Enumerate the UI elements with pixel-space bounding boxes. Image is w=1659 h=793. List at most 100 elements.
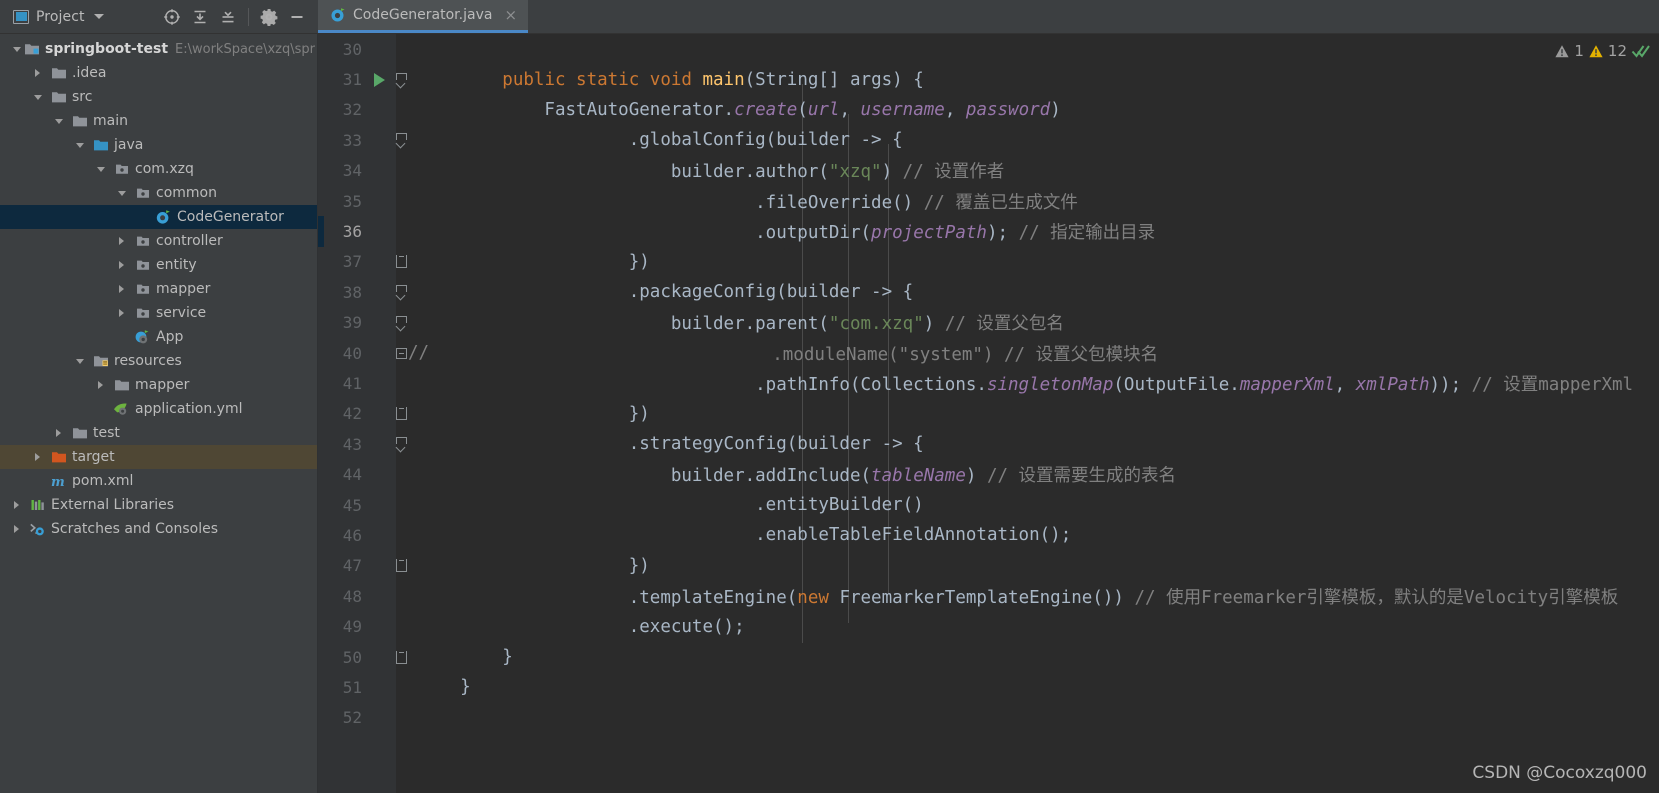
chevron-right-icon[interactable]: [31, 453, 44, 461]
tree-node-mapper[interactable]: mapper: [0, 373, 317, 397]
code-line[interactable]: 38 .packageConfig(builder -> {: [318, 277, 1659, 307]
fold-end-icon[interactable]: [395, 650, 407, 664]
code-line[interactable]: 44 builder.addInclude(tableName) // 设置需要…: [318, 459, 1659, 489]
code-line[interactable]: 49 .execute();: [318, 611, 1659, 641]
fold-end-icon[interactable]: [395, 255, 407, 269]
code-line[interactable]: 34 builder.author("xzq") // 设置作者: [318, 156, 1659, 186]
chevron-right-icon[interactable]: [10, 501, 23, 509]
tree-node-target[interactable]: target: [0, 445, 317, 469]
code-line[interactable]: 40// .moduleName("system") // 设置父包模块名: [318, 338, 1659, 368]
warning-group[interactable]: 12: [1588, 42, 1627, 60]
tree-node-scratches-and-consoles[interactable]: Scratches and Consoles: [0, 517, 317, 541]
close-icon[interactable]: ×: [502, 7, 519, 23]
fold-marker[interactable]: [390, 347, 412, 359]
code-line[interactable]: 45 .entityBuilder(): [318, 490, 1659, 520]
fold-expanded-icon[interactable]: [395, 437, 407, 451]
tree-node-external-libraries[interactable]: External Libraries: [0, 493, 317, 517]
code-line[interactable]: 36 .outputDir(projectPath); // 指定输出目录: [318, 216, 1659, 247]
chevron-down-icon[interactable]: [115, 190, 128, 196]
code-line[interactable]: 52: [318, 703, 1659, 733]
project-tree[interactable]: springboot-test E:\workSpace\xzq\spr .idea…: [0, 34, 318, 793]
fold-marker[interactable]: [390, 437, 412, 451]
chevron-down-icon[interactable]: [31, 94, 44, 100]
fold-expanded-icon[interactable]: [395, 285, 407, 299]
chevron-right-icon[interactable]: [115, 285, 128, 293]
tree-node-mapper[interactable]: mapper: [0, 277, 317, 301]
chevron-down-icon[interactable]: [52, 118, 65, 124]
code-line[interactable]: 33 .globalConfig(builder -> {: [318, 125, 1659, 155]
tree-node-main[interactable]: main: [0, 109, 317, 133]
scratches-and-consoles-icon: [29, 521, 46, 537]
fold-marker[interactable]: [390, 315, 412, 330]
tree-node-test[interactable]: test: [0, 421, 317, 445]
chevron-right-icon[interactable]: [115, 237, 128, 245]
tree-node-service[interactable]: service: [0, 301, 317, 325]
fold-end-icon[interactable]: [395, 559, 407, 573]
tree-node-codegenerator[interactable]: CodeGenerator: [0, 205, 317, 229]
fold-marker[interactable]: [390, 559, 412, 573]
tree-node-src[interactable]: src: [0, 85, 317, 109]
tree-node-application-yml[interactable]: application.yml: [0, 397, 317, 421]
fold-expanded-icon[interactable]: [395, 133, 407, 147]
tree-node-java[interactable]: java: [0, 133, 317, 157]
chevron-right-icon[interactable]: [94, 381, 107, 389]
tree-node--idea[interactable]: .idea: [0, 61, 317, 85]
code-line[interactable]: 48 .templateEngine(new FreemarkerTemplat…: [318, 581, 1659, 611]
gear-icon[interactable]: [256, 4, 282, 30]
tree-node-resources[interactable]: resources: [0, 349, 317, 373]
chevron-down-icon[interactable]: [94, 166, 107, 172]
tree-node-common[interactable]: common: [0, 181, 317, 205]
tree-node-app[interactable]: App: [0, 325, 317, 349]
code-token: // 指定输出目录: [1018, 223, 1156, 244]
code-line[interactable]: 35 .fileOverride() // 覆盖已生成文件: [318, 186, 1659, 216]
code-line[interactable]: 46 .enableTableFieldAnnotation();: [318, 520, 1659, 550]
chevron-down-icon[interactable]: [93, 14, 104, 19]
chevron-right-icon[interactable]: [52, 429, 65, 437]
code-line[interactable]: 30: [318, 34, 1659, 64]
expand-all-icon[interactable]: [187, 4, 213, 30]
tree-node-controller[interactable]: controller: [0, 229, 317, 253]
code-line[interactable]: 43 .strategyConfig(builder -> {: [318, 429, 1659, 459]
fold-expanded-icon[interactable]: [395, 72, 407, 87]
fold-marker[interactable]: [390, 650, 412, 664]
run-gutter-icon[interactable]: [373, 72, 385, 87]
tree-node-entity[interactable]: entity: [0, 253, 317, 277]
code-line[interactable]: 32 FastAutoGenerator.create(url, usernam…: [318, 95, 1659, 125]
fold-marker[interactable]: [390, 72, 412, 87]
code-line[interactable]: 50 }: [318, 642, 1659, 672]
inspection-status-group[interactable]: [1631, 43, 1651, 59]
collapse-all-icon[interactable]: [215, 4, 241, 30]
chevron-down-icon[interactable]: [73, 142, 86, 148]
code-line[interactable]: 47 }): [318, 551, 1659, 581]
code-line[interactable]: 51 }: [318, 672, 1659, 702]
chevron-right-icon[interactable]: [31, 69, 44, 77]
fold-marker[interactable]: [390, 407, 412, 421]
code-line[interactable]: 37 }): [318, 247, 1659, 277]
gutter-marker[interactable]: [368, 72, 390, 87]
code-line[interactable]: 39 builder.parent("com.xzq") // 设置父包名: [318, 308, 1659, 338]
tree-node-springboot-test[interactable]: springboot-test E:\workSpace\xzq\spr: [0, 37, 317, 61]
fold-marker[interactable]: [390, 133, 412, 147]
locate-icon[interactable]: [159, 4, 185, 30]
fold-marker[interactable]: [390, 255, 412, 269]
code-line[interactable]: 41 .pathInfo(Collections.singletonMap(Ou…: [318, 368, 1659, 398]
weak-warning-group[interactable]: 1: [1554, 42, 1584, 60]
fold-expanded-icon[interactable]: [395, 315, 407, 330]
code-editor[interactable]: 30 31 public static void main(String[] ar…: [318, 34, 1659, 793]
fold-marker[interactable]: [390, 285, 412, 299]
chevron-right-icon[interactable]: [10, 525, 23, 533]
editor-tab-codegenerator[interactable]: CodeGenerator.java ×: [318, 0, 529, 33]
tree-node-com-xzq[interactable]: com.xzq: [0, 157, 317, 181]
code-lines[interactable]: 30 31 public static void main(String[] ar…: [318, 34, 1659, 793]
tree-node-pom-xml[interactable]: m pom.xml: [0, 469, 317, 493]
code-line[interactable]: 42 }): [318, 399, 1659, 429]
chevron-right-icon[interactable]: [115, 309, 128, 317]
chevron-right-icon[interactable]: [115, 261, 128, 269]
inspection-widget[interactable]: 1 12: [1554, 42, 1651, 60]
fold-end-icon[interactable]: [395, 407, 407, 421]
chevron-down-icon[interactable]: [10, 46, 23, 52]
minimize-icon[interactable]: [284, 4, 310, 30]
chevron-down-icon[interactable]: [73, 358, 86, 364]
fold-collapsed-icon[interactable]: [395, 347, 407, 359]
code-line[interactable]: 31 public static void main(String[] args…: [318, 64, 1659, 94]
